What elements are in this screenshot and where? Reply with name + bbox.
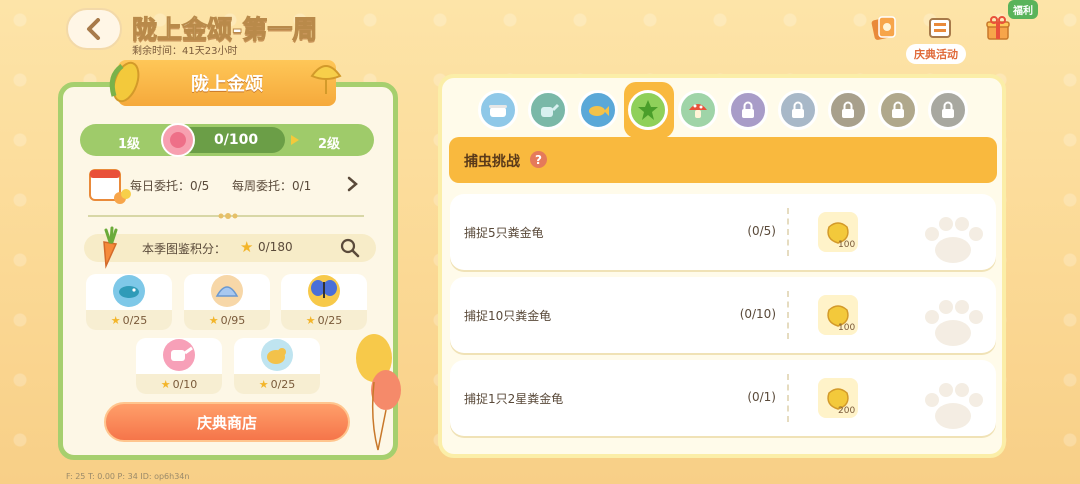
star-icon: ★ [110,313,121,327]
gift-icon [986,16,1010,40]
star-icon: ★ [160,377,171,391]
mailbox-icon [929,18,951,38]
help-icon[interactable]: ? [530,151,547,168]
collection-count: ★ 0/95 [184,310,270,330]
collection-card-butterfly[interactable]: ★ 0/25 [281,274,367,330]
tab-watering-can[interactable] [528,90,568,130]
divider [787,374,789,422]
rosette-badge-icon [161,123,195,157]
paw-icon [925,383,983,429]
divider-dots-icon [218,213,238,219]
tab-pot[interactable] [478,90,518,130]
cards-button[interactable] [866,10,902,46]
lock-icon [842,101,854,118]
tab-locked-5[interactable] [928,90,968,130]
task-name: 捕捉5只粪金龟 [464,226,544,240]
tab-leaf[interactable] [628,90,668,130]
star-icon: ★ [240,238,254,256]
tab-locked-1[interactable] [728,90,768,130]
collection-card-clam[interactable]: ★ 0/95 [184,274,270,330]
collection-count: ★ 0/25 [86,310,172,330]
collection-count-text: 0/25 [270,377,296,391]
collection-card-bird[interactable]: ★ 0/25 [234,338,320,394]
collection-count-text: 0/25 [317,313,343,327]
leaf-icon [638,100,658,120]
paw-icon [925,217,983,263]
pot-icon [489,105,507,117]
tab-fish[interactable] [578,90,618,130]
star-icon: ★ [258,377,269,391]
weekly-commission: 每周委托：0/1 [232,179,312,193]
celebration-activity-label[interactable]: 庆典活动 [906,44,966,64]
task-progress: (0/1) [747,390,776,404]
tab-locked-4[interactable] [878,90,918,130]
reward-amount: 100 [838,240,856,250]
cards-icon [871,16,896,40]
current-level: 1级 [118,137,141,152]
star-icon: ★ [208,313,219,327]
collection-count: ★ 0/25 [281,310,367,330]
collection-card-watering-can[interactable]: ★ 0/10 [136,338,222,394]
balloons-icon [356,334,401,451]
level-progress-text: 0/100 [214,132,259,148]
tab-locked-3[interactable] [828,90,868,130]
divider [787,291,789,339]
remaining-time: 剩余时间：41天23小时 [132,46,238,57]
back-button[interactable] [66,8,122,50]
season-score-label: 本季图鉴积分： [142,242,227,256]
reward-amount: 200 [838,406,856,416]
corn-icon [109,61,140,103]
collection-count: ★ 0/10 [136,374,222,394]
clam-icon [211,275,243,307]
challenge-title: 捕虫挑战 [464,154,520,170]
task-progress: (0/5) [747,224,776,238]
task-row: 捕捉5只粪金龟 (0/5) 100 [450,194,996,270]
task-row: 捕捉1只2星粪金龟 (0/1) 200 [450,360,996,436]
celebration-shop-button[interactable]: 庆典商店 [104,402,350,442]
tab-mushroom[interactable] [678,90,718,130]
lock-icon [942,101,954,118]
daily-commission: 每日委托：0/5 [130,179,210,193]
task-name: 捕捉1只2星粪金龟 [464,392,564,406]
star-icon: ★ [305,313,316,327]
season-score-value: 0/180 [258,240,293,254]
season-score-bar [84,234,376,262]
mushroom-icon [689,104,707,118]
tab-locked-2[interactable] [778,90,818,130]
calendar-icon [89,169,131,204]
carrot-icon [103,226,118,269]
debug-info: F: 25 T: 0.00 P: 34 ID: op6h34n [66,472,190,481]
collection-count-text: 0/10 [172,377,198,391]
chevron-right-icon[interactable] [346,176,360,192]
task-progress: (0/10) [739,307,776,321]
collection-count-text: 0/25 [122,313,148,327]
reward-amount: 100 [838,323,856,333]
butterfly-icon [308,275,340,307]
lock-icon [742,101,754,118]
lock-icon [792,101,804,118]
lock-icon [892,101,904,118]
collection-count-text: 0/95 [220,313,246,327]
search-icon[interactable] [340,238,360,258]
ribbon-title: 陇上金颂 [191,74,263,95]
task-name: 捕捉10只粪金龟 [464,309,552,323]
ginkgo-leaf-icon [310,65,342,94]
paw-icon [925,300,983,346]
watering-can-icon [163,339,195,371]
shop-button-label: 庆典商店 [196,413,257,432]
collection-count: ★ 0/25 [234,374,320,394]
bird-icon [261,339,293,371]
page-title: 陇上金颂-第一周 [131,15,318,45]
welfare-badge: 福利 [1008,0,1038,19]
next-level: 2级 [318,137,341,152]
fish-icon [589,106,609,116]
divider [787,208,789,256]
mailbox-button[interactable] [922,10,958,46]
fish-icon [113,275,145,307]
chevron-left-icon [87,18,100,40]
task-row: 捕捉10只粪金龟 (0/10) 100 [450,277,996,353]
watering-can-icon [541,103,560,117]
arrow-right-icon [291,135,299,145]
collection-card-fish[interactable]: ★ 0/25 [86,274,172,330]
